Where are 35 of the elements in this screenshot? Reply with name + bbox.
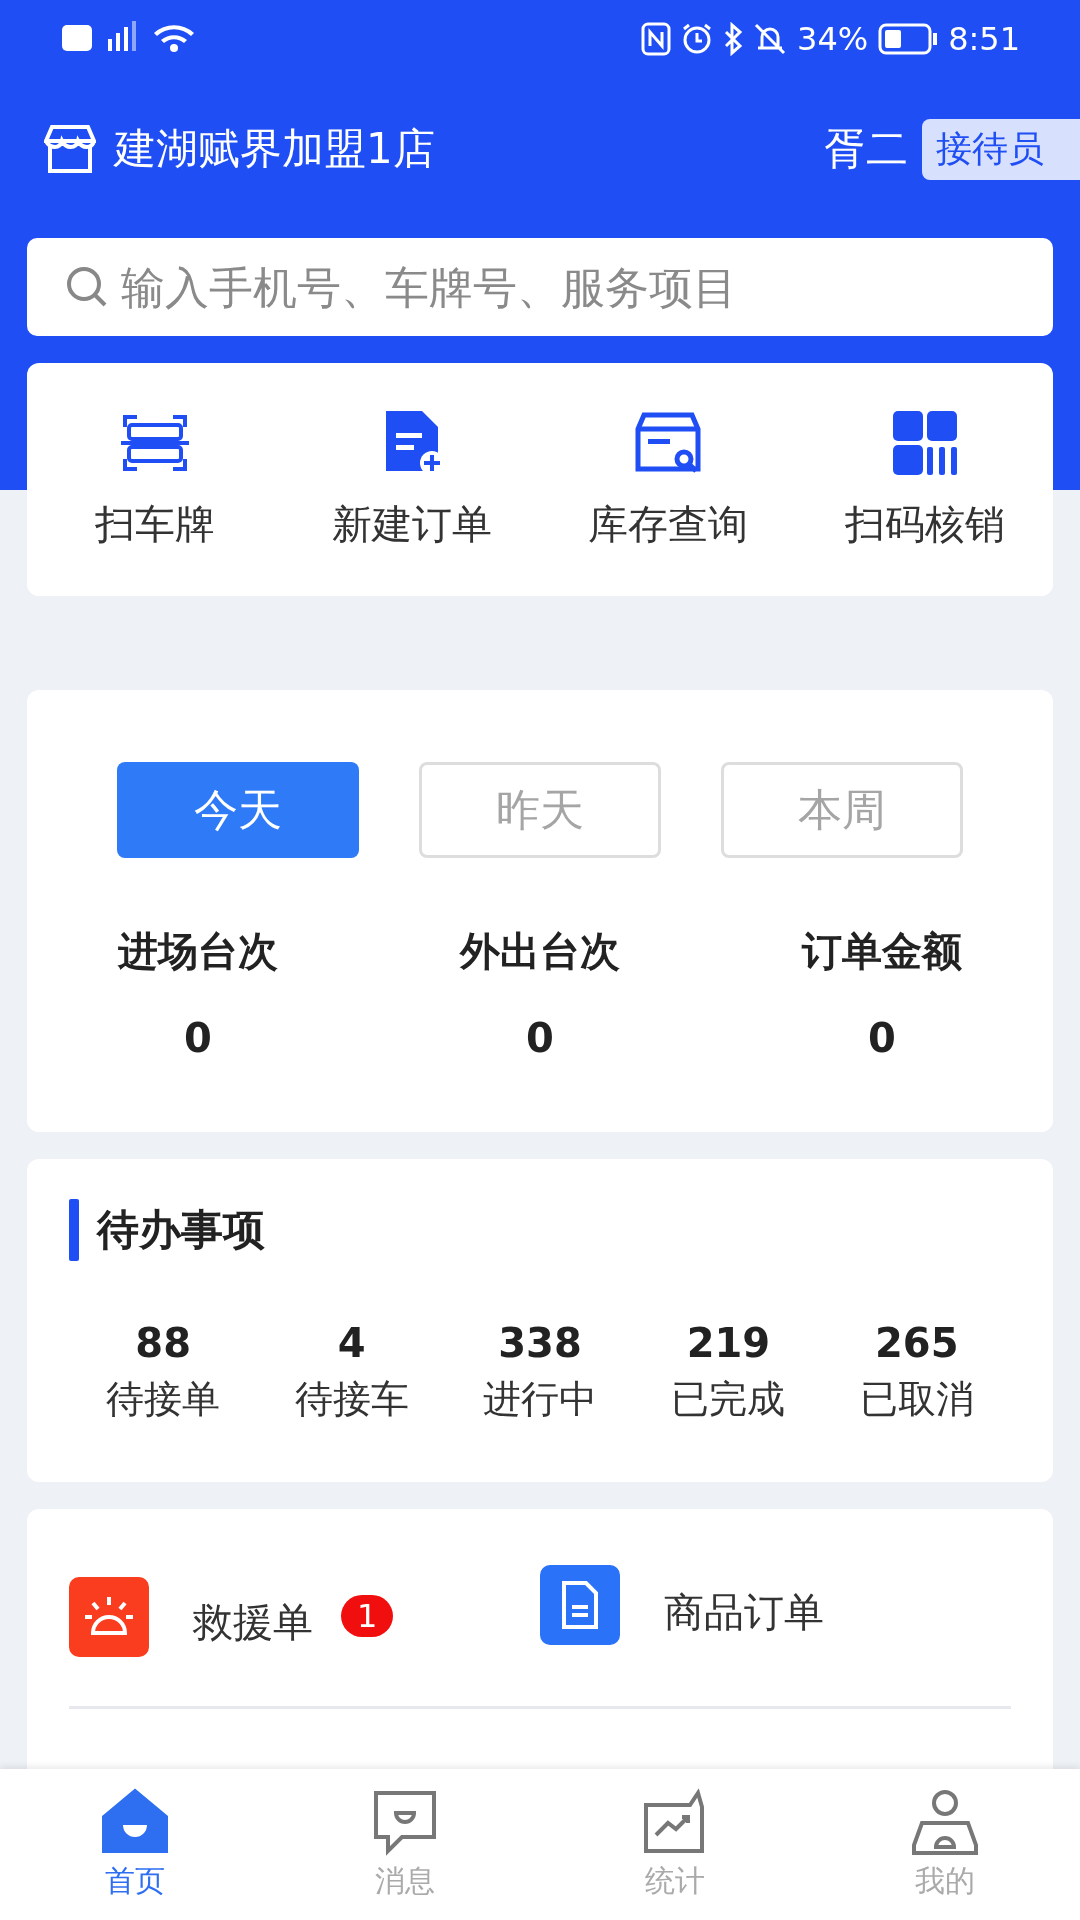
store-name: 建湖赋界加盟1店 (114, 123, 435, 175)
alarm-icon (681, 22, 713, 56)
todo-item[interactable]: 88 待接单 (100, 1319, 227, 1426)
profile-icon (910, 1787, 980, 1857)
todo-item[interactable]: 4 待接车 (288, 1319, 415, 1426)
search-field[interactable]: 输入手机号、车牌号、服务项目 (27, 238, 1053, 336)
quick-action-button[interactable]: 新建订单 (283, 406, 540, 553)
user-name: 胥二 (824, 123, 908, 175)
bluetooth-icon (723, 22, 743, 56)
todo-item[interactable]: 219 已完成 (665, 1319, 792, 1426)
stat-value: 0 (526, 1015, 554, 1061)
battery-icon (878, 23, 939, 55)
todo-item[interactable]: 338 进行中 (477, 1319, 603, 1426)
title-bar (69, 1199, 79, 1261)
battery-percent: 34% (797, 20, 869, 58)
search-icon (65, 265, 109, 309)
nfc-icon (641, 22, 671, 56)
stat-label: 订单金额 (802, 927, 962, 976)
quick-action-button[interactable]: 扫车牌 (27, 406, 284, 553)
tab-bar-item[interactable]: 首页 (0, 1769, 270, 1920)
entry-item[interactable]: 救援单 1 (69, 1549, 540, 1709)
status-time: 8:51 (948, 20, 1020, 58)
entry-item[interactable]: 商品订单 (540, 1549, 1011, 1709)
quick-action-button[interactable]: 库存查询 (540, 406, 797, 553)
stat-label: 外出台次 (460, 927, 620, 976)
role-tag: 接待员 (922, 118, 1080, 180)
stat-label: 进场台次 (118, 927, 278, 976)
todo-title: 待办事项 (97, 1204, 265, 1256)
todo-item[interactable]: 265 已取消 (853, 1319, 980, 1426)
store-icon (44, 125, 96, 173)
mute-bell-icon (753, 22, 787, 56)
stat-value: 0 (868, 1015, 896, 1061)
quick-action-button[interactable]: 扫码核销 (796, 406, 1053, 553)
stat-value: 0 (184, 1015, 212, 1061)
period-tab[interactable]: 今天 (117, 762, 359, 858)
